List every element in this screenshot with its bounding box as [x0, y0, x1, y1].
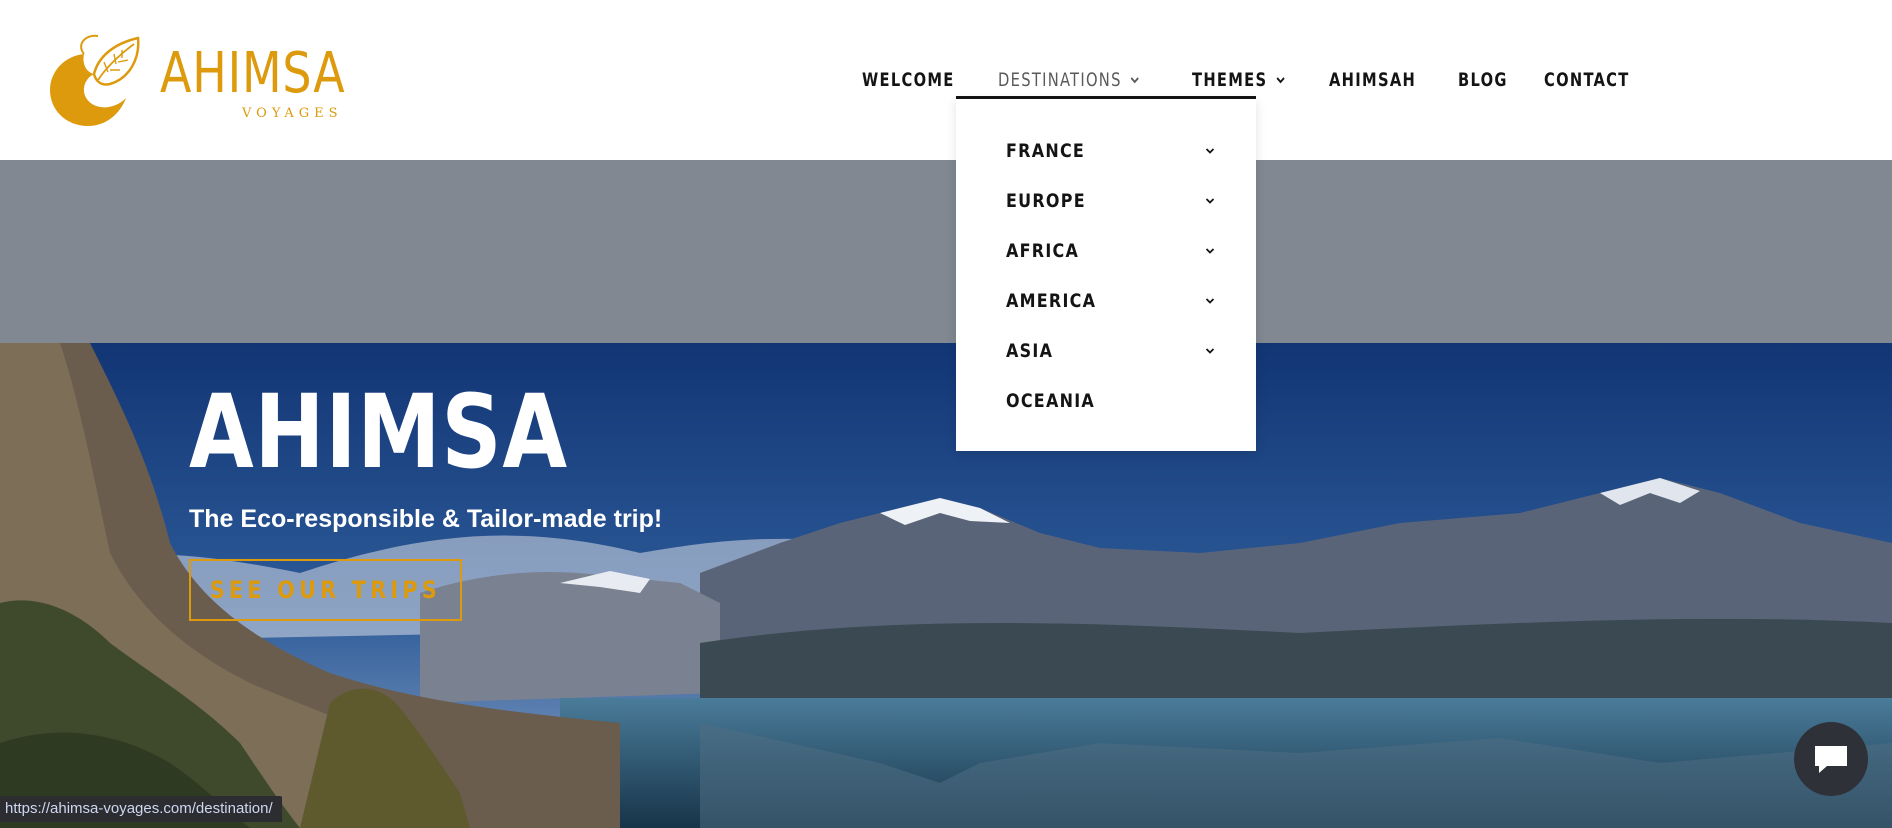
- nav-item-label: BLOG: [1458, 69, 1509, 91]
- dropdown-item-america[interactable]: AMERICA: [1006, 286, 1216, 316]
- brand-logo[interactable]: AHIMSA VOYAGES: [46, 32, 346, 128]
- brand-tagline: VOYAGES: [242, 106, 343, 121]
- nav-item-label: CONTACT: [1544, 69, 1630, 91]
- site-header: AHIMSA VOYAGES WELCOME DESTINATIONS THEM…: [0, 0, 1892, 160]
- chevron-down-icon: [1205, 298, 1215, 304]
- chevron-down-icon: [1130, 77, 1139, 84]
- dropdown-item-label: EUROPE: [1006, 190, 1086, 212]
- nav-item-label: THEMES: [1191, 69, 1267, 91]
- chevron-down-icon: [1205, 148, 1215, 154]
- hero-banner: AHIMSA The Eco-responsible & Tailor-made…: [0, 343, 1892, 828]
- nav-item-label: WELCOME: [862, 69, 955, 91]
- nav-item-label: DESTINATIONS: [997, 69, 1122, 91]
- nav-item-label: AHIMSAH: [1329, 69, 1417, 91]
- see-our-trips-label: SEE OUR TRIPS: [209, 576, 442, 604]
- dropdown-item-africa[interactable]: AFRICA: [1006, 236, 1216, 266]
- brand-name: AHIMSA: [160, 41, 346, 106]
- dropdown-item-label: ASIA: [1006, 340, 1054, 362]
- nav-item-ahimsah[interactable]: AHIMSAH: [1329, 69, 1416, 91]
- dropdown-item-oceania[interactable]: OCEANIA: [1006, 386, 1216, 416]
- dropdown-item-france[interactable]: FRANCE: [1006, 136, 1216, 166]
- hero-subtitle: The Eco-responsible & Tailor-made trip!: [189, 505, 663, 533]
- header-band: [0, 160, 1892, 343]
- chevron-down-icon: [1205, 248, 1215, 254]
- see-our-trips-button[interactable]: SEE OUR TRIPS: [189, 559, 462, 621]
- main-nav: WELCOME DESTINATIONS THEMES AHIMSAH BLOG…: [862, 66, 1672, 94]
- dropdown-item-label: FRANCE: [1006, 140, 1086, 162]
- dropdown-item-asia[interactable]: ASIA: [1006, 336, 1216, 366]
- hero-title: AHIMSA: [189, 373, 568, 492]
- destinations-dropdown: FRANCE EUROPE AFRICA AMERICA ASIA OCEANI…: [956, 99, 1256, 451]
- chat-button[interactable]: [1794, 722, 1868, 796]
- chevron-down-icon: [1275, 77, 1284, 84]
- chevron-down-icon: [1205, 348, 1215, 354]
- dropdown-item-label: AMERICA: [1006, 290, 1097, 312]
- nav-item-contact[interactable]: CONTACT: [1544, 69, 1630, 91]
- chevron-down-icon: [1205, 198, 1215, 204]
- link-status-bar: https://ahimsa-voyages.com/destination/: [0, 796, 282, 822]
- leaf-logo-icon: [50, 34, 140, 126]
- chat-bubble-icon: [1815, 746, 1847, 773]
- nav-item-themes[interactable]: THEMES: [1192, 69, 1286, 91]
- dropdown-item-label: OCEANIA: [1006, 390, 1096, 412]
- nav-item-welcome[interactable]: WELCOME: [862, 69, 955, 91]
- nav-item-destinations[interactable]: DESTINATIONS: [998, 69, 1141, 91]
- nav-item-blog[interactable]: BLOG: [1458, 69, 1508, 91]
- dropdown-item-label: AFRICA: [1006, 240, 1080, 262]
- dropdown-item-europe[interactable]: EUROPE: [1006, 186, 1216, 216]
